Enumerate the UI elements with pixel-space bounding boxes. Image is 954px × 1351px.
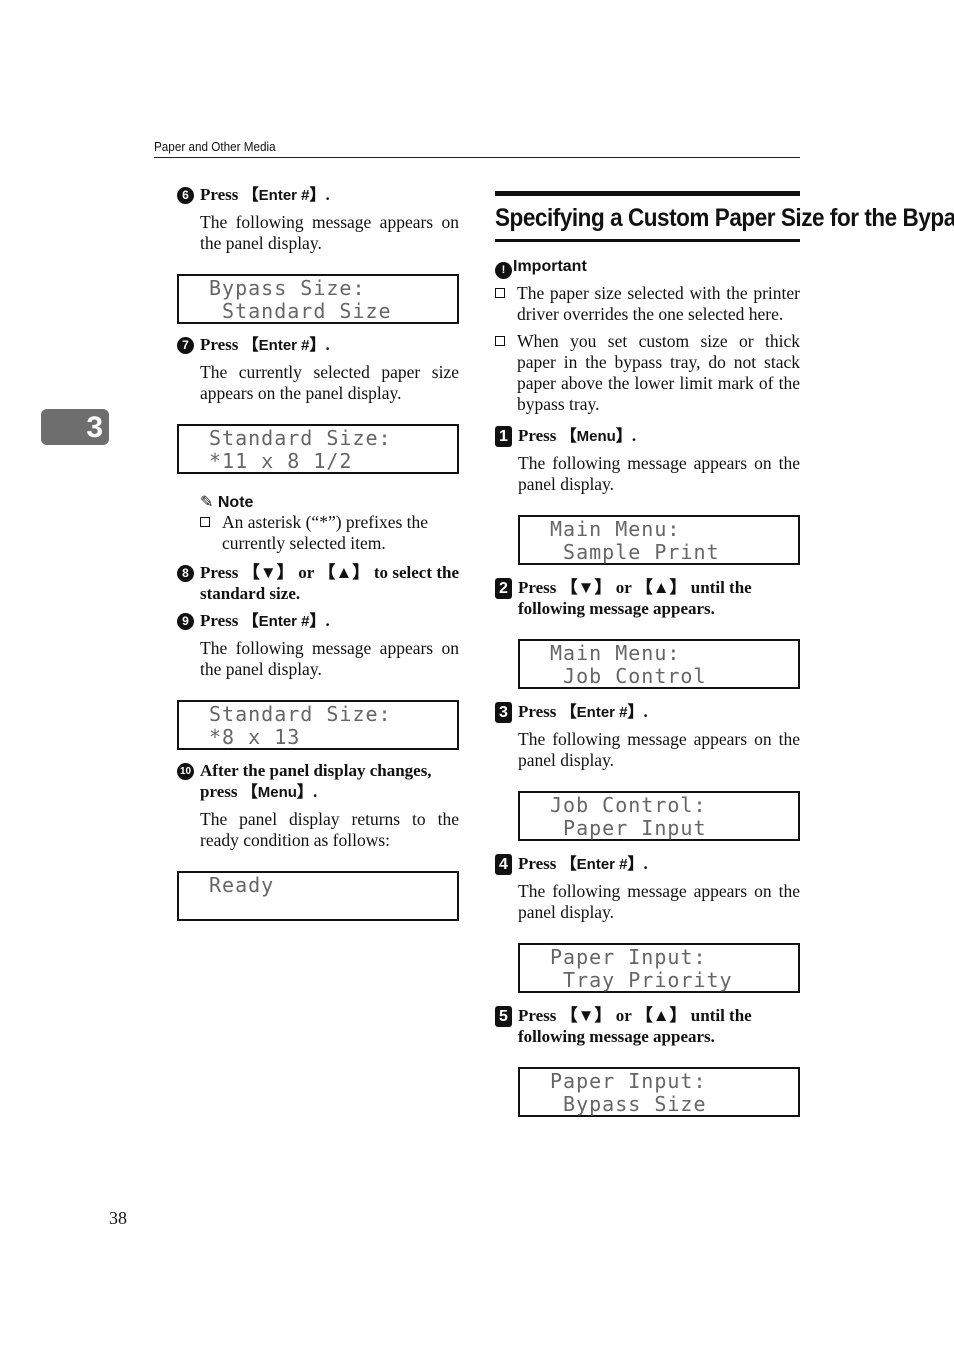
step-title: Press 【▼】 or 【▲】 until the following mes… xyxy=(518,578,752,618)
step-number-badge: 2 xyxy=(495,578,512,599)
section-title: Specifying a Custom Paper Size for the B… xyxy=(495,191,954,242)
checkbox-bullet-icon xyxy=(495,336,505,346)
panel-display: Ready xyxy=(177,871,459,921)
panel-display: Main Menu: Job Control xyxy=(518,639,800,689)
step-body: The following message appears on the pan… xyxy=(200,638,459,679)
step-body: The following message appears on the pan… xyxy=(200,212,459,253)
step-1: 1 Press 【Menu】. The following message ap… xyxy=(495,425,800,495)
panel-display: Standard Size: *8 x 13 xyxy=(177,700,459,750)
step-number-badge: 3 xyxy=(495,702,512,723)
key-label: Enter # xyxy=(258,613,310,630)
running-title: Paper and Other Media xyxy=(154,139,276,154)
panel-display: Job Control: Paper Input xyxy=(518,791,800,841)
step-body: The following message appears on the pan… xyxy=(518,729,800,770)
step-number-badge: 1 xyxy=(495,426,512,447)
step-body: The following message appears on the pan… xyxy=(518,881,800,922)
note-heading: ✎ Note xyxy=(200,494,254,511)
step-title: Press 【Menu】. xyxy=(518,426,637,445)
step-body: The following message appears on the pan… xyxy=(518,453,800,494)
panel-display: Standard Size: *11 x 8 1/2 xyxy=(177,424,459,474)
step-title: Press 【Enter #】. xyxy=(518,854,648,873)
chapter-number: 3 xyxy=(86,411,103,444)
panel-display: Main Menu: Sample Print xyxy=(518,515,800,565)
key-label: Menu xyxy=(576,428,616,445)
step-body: The currently selected paper size appear… xyxy=(200,362,459,403)
key-label: Enter # xyxy=(258,337,310,354)
step-number-badge: 4 xyxy=(495,854,512,875)
right-column: Specifying a Custom Paper Size for the B… xyxy=(495,191,954,1117)
key-label: Menu xyxy=(257,784,297,801)
step-title: Press 【Enter #】. xyxy=(200,185,330,204)
panel-display: Bypass Size: Standard Size xyxy=(177,274,459,324)
step-title: Press 【▼】 or 【▲】 to select the standard … xyxy=(200,563,459,603)
step-title: Press 【Enter #】. xyxy=(200,335,330,354)
step-number-badge: 6 xyxy=(177,187,194,204)
step-number-badge: 8 xyxy=(177,565,194,582)
key-label: Enter # xyxy=(258,187,310,204)
step-title: Press 【Enter #】. xyxy=(518,702,648,721)
key-label: Enter # xyxy=(576,856,628,873)
checkbox-bullet-icon xyxy=(200,517,210,527)
step-number-badge: 9 xyxy=(177,613,194,630)
important-heading: ! Important xyxy=(495,258,800,279)
step-title: Press 【▼】 or 【▲】 until the following mes… xyxy=(518,1006,752,1046)
step-body: The panel display returns to the ready c… xyxy=(200,809,459,850)
panel-display: Paper Input: Tray Priority xyxy=(518,943,800,993)
step-number-badge: 7 xyxy=(177,337,194,354)
step-2: 2 Press 【▼】 or 【▲】 until the following m… xyxy=(495,577,800,619)
chapter-tab: 3 xyxy=(41,409,109,445)
panel-display: Paper Input: Bypass Size xyxy=(518,1067,800,1117)
step-4: 4 Press 【Enter #】. The following message… xyxy=(495,853,800,923)
page-number: 38 xyxy=(109,1208,127,1228)
step-number-badge: 10 xyxy=(177,763,194,780)
step-9: 9 Press 【Enter #】. The following message… xyxy=(177,610,459,680)
pencil-icon: ✎ xyxy=(200,494,214,511)
step-7: 7 Press 【Enter #】. The currently selecte… xyxy=(177,334,459,404)
step-8: 8 Press 【▼】 or 【▲】 to select the standar… xyxy=(177,562,459,604)
step-5: 5 Press 【▼】 or 【▲】 until the following m… xyxy=(495,1005,800,1047)
step-3: 3 Press 【Enter #】. The following message… xyxy=(495,701,800,771)
important-item: When you set custom size or thick paper … xyxy=(495,331,800,415)
left-column: 6 Press 【Enter #】. The following message… xyxy=(177,184,459,921)
important-burst-icon: ! xyxy=(495,262,512,279)
key-label: Enter # xyxy=(576,704,628,721)
step-title: Press 【Enter #】. xyxy=(200,611,330,630)
checkbox-bullet-icon xyxy=(495,288,505,298)
step-number-badge: 5 xyxy=(495,1006,512,1027)
step-6: 6 Press 【Enter #】. The following message… xyxy=(177,184,459,254)
step-10: 10 After the panel display changes, pres… xyxy=(177,760,459,851)
important-item: The paper size selected with the printer… xyxy=(495,283,800,325)
running-header: Paper and Other Media xyxy=(154,139,800,158)
step-title: After the panel display changes, press 【… xyxy=(200,761,432,801)
note-item: An asterisk (“*”) prefixes the currently… xyxy=(200,512,459,554)
